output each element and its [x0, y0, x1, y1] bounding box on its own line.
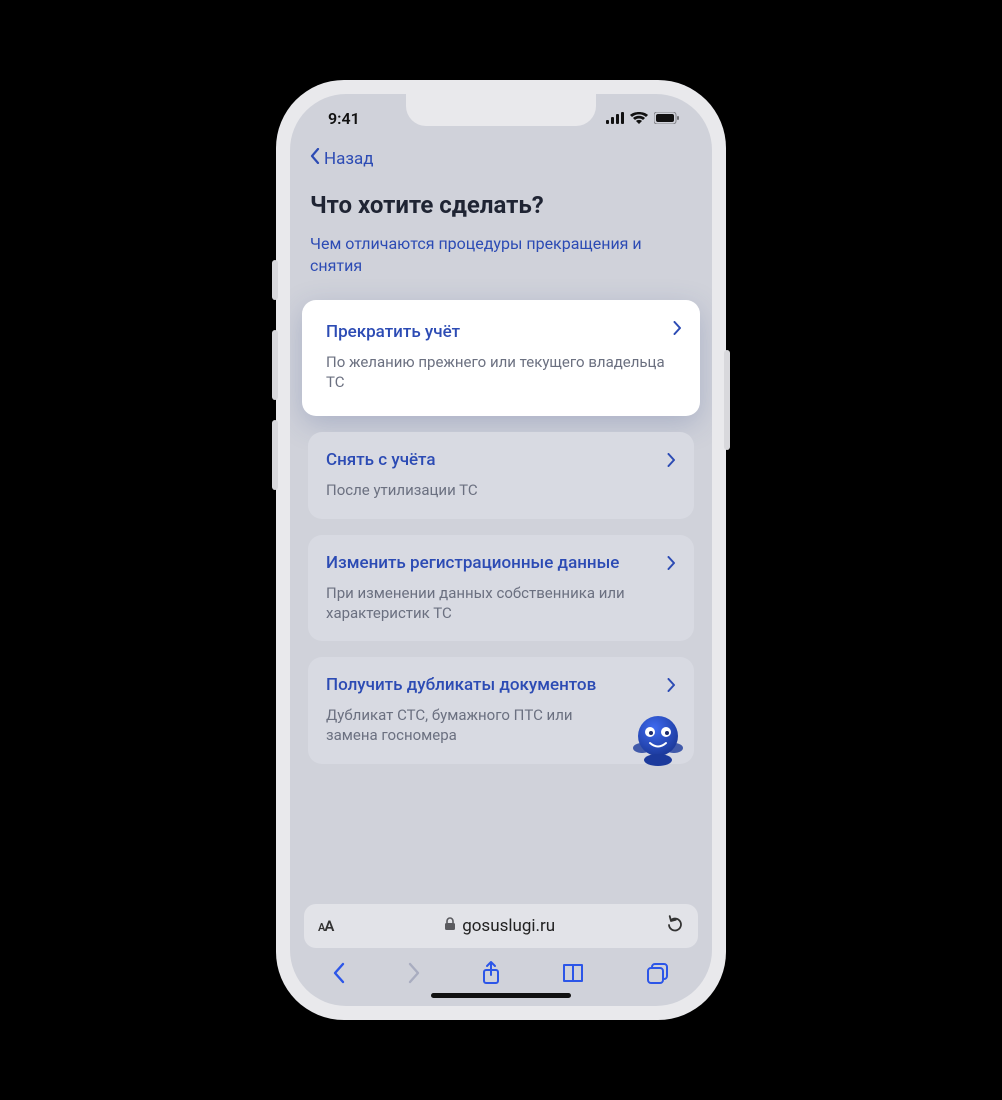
option-title: Изменить регистрационные данные: [326, 553, 676, 573]
notch: [406, 94, 596, 126]
chevron-right-icon: [667, 677, 676, 696]
option-desc: Дубликат СТС, бумажного ПТС или замена г…: [326, 705, 676, 746]
option-desc: По желанию прежнего или текущего владель…: [326, 352, 676, 393]
option-desc: При изменении данных собственника или ха…: [326, 583, 676, 624]
option-title: Прекратить учёт: [326, 322, 676, 342]
cellular-icon: [606, 109, 624, 128]
back-label: Назад: [324, 149, 374, 169]
tabs-icon[interactable]: [646, 962, 670, 988]
chevron-right-icon: [667, 452, 676, 471]
option-title: Получить дубликаты документов: [326, 675, 676, 695]
power-button: [724, 350, 730, 450]
assistant-bot-icon[interactable]: [630, 708, 686, 770]
chevron-right-icon: [673, 320, 682, 339]
share-icon[interactable]: [481, 960, 501, 990]
volume-up-button: [272, 330, 278, 400]
volume-down-button: [272, 420, 278, 490]
chevron-left-icon: [310, 148, 320, 169]
info-link[interactable]: Чем отличаются процедуры прекращения и с…: [310, 233, 692, 278]
reload-icon[interactable]: [666, 914, 684, 938]
battery-icon: [654, 109, 680, 128]
wifi-icon: [630, 109, 648, 128]
text-size-icon[interactable]: AA: [318, 917, 333, 935]
status-time: 9:41: [328, 109, 360, 128]
nav-forward-icon: [407, 962, 421, 988]
option-change-data[interactable]: Изменить регистрационные данные При изме…: [308, 535, 694, 642]
lock-icon: [444, 916, 456, 936]
address-bar[interactable]: AA gosuslugi.ru: [304, 904, 698, 948]
option-stop-registration[interactable]: Прекратить учёт По желанию прежнего или …: [302, 300, 700, 417]
side-button: [272, 260, 278, 300]
option-desc: После утилизации ТС: [326, 480, 676, 500]
address-domain: gosuslugi.ru: [462, 916, 555, 936]
option-title: Снять с учёта: [326, 450, 676, 470]
phone-frame: 9:41 Назад Что хотите сделать? Чем о: [276, 80, 726, 1020]
option-remove-registration[interactable]: Снять с учёта После утилизации ТС: [308, 432, 694, 518]
nav-back-icon[interactable]: [332, 962, 346, 988]
home-indicator[interactable]: [431, 993, 571, 998]
back-button[interactable]: Назад: [290, 142, 712, 179]
page-title: Что хотите сделать?: [310, 191, 692, 219]
chevron-right-icon: [667, 555, 676, 574]
option-get-duplicates[interactable]: Получить дубликаты документов Дубликат С…: [308, 657, 694, 764]
bookmarks-icon[interactable]: [561, 962, 585, 988]
